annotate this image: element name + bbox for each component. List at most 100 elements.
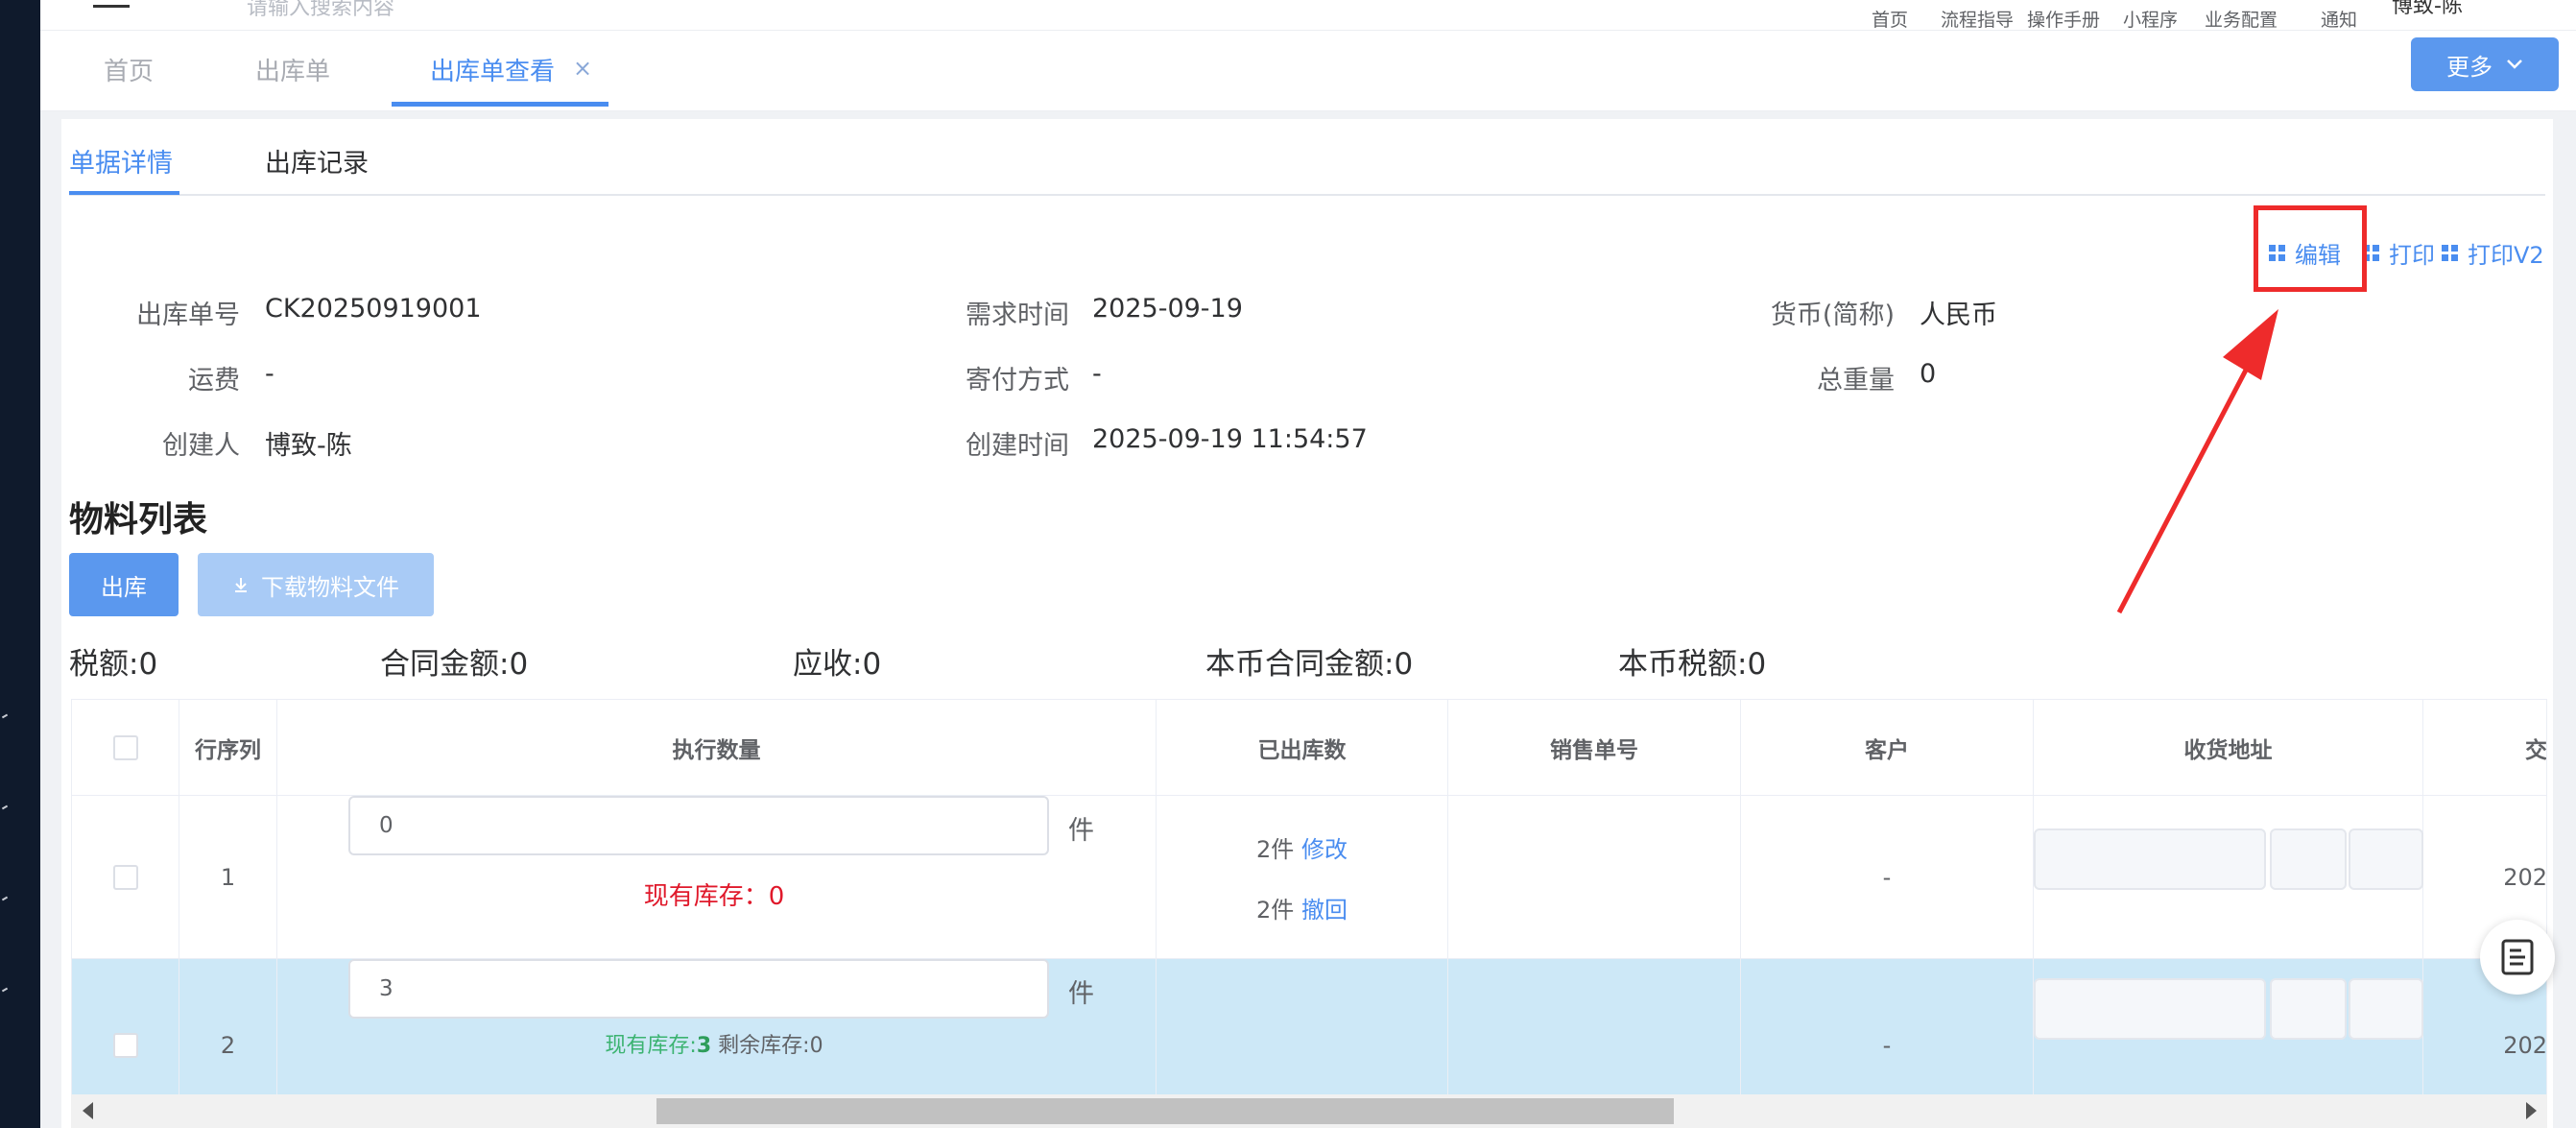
create-time-label: 创建时间 [966,431,1069,461]
remaining-stock-label: 剩余库存: [718,1034,810,1058]
header-exec-qty: 执行数量 [277,700,1157,796]
remaining-stock-value: 0 [809,1034,823,1058]
tab-outbound-view[interactable]: 出库单查看 [430,52,555,87]
total-weight-label: 总重量 [1817,366,1895,396]
sidebar-indicator[interactable] [1,804,9,810]
create-time-value: 2025-09-19 11:54:57 [1092,424,1368,454]
address-district-select[interactable] [2349,978,2423,1040]
more-button[interactable]: 更多 [2411,37,2559,91]
print-button[interactable]: 打印 [2363,236,2435,270]
print-v2-button[interactable]: 打印V2 [2442,236,2544,270]
download-icon [235,578,247,592]
row-checkbox[interactable] [112,864,138,890]
subtab-document-details[interactable]: 单据详情 [69,142,173,180]
annotation-arrow-icon [2116,309,2278,614]
tab-close-icon[interactable]: × [573,55,592,82]
stock-info: 现有库存:3 剩余库存:0 [277,1028,1151,1059]
nav-manual[interactable]: 操作手册 [2027,6,2100,30]
current-stock: 现有库存：0 [277,876,1151,912]
scroll-left-icon[interactable] [83,1102,93,1119]
exec-qty-input[interactable]: 0 [348,796,1049,855]
table-horizontal-scrollbar[interactable] [71,1094,2547,1128]
shipped-qty-cell: 2件 修改 2件 撤回 [1157,796,1448,958]
nav-mini-program[interactable]: 小程序 [2123,6,2178,30]
local-tax-amount: 本币税额:0 [1618,647,1767,682]
detail-panel: 单据详情 出库记录 编辑 打印 打印V2 出库单号 CK20250919001 … [61,119,2553,1128]
exec-qty-input[interactable]: 3 [348,959,1049,1019]
nav-business-config[interactable]: 业务配置 [2205,6,2278,30]
shipping-method-label: 寄付方式 [966,366,1069,396]
header-select-all[interactable] [72,700,179,796]
receivable-amount: 应收:0 [793,647,882,682]
user-name[interactable]: 博致-陈 [2392,0,2463,19]
download-materials-button[interactable]: 下载物料文件 [198,553,434,616]
tab-active-indicator [392,102,608,107]
shipping-method-value: - [1092,359,1102,389]
current-stock-value: 3 [696,1034,712,1058]
exec-qty-cell: 0 件 现有库存：0 [277,796,1157,958]
currency-value: 人民币 [1920,300,1997,330]
materials-table: 行序列 执行数量 已出库数 销售单号 客户 收货地址 交 1 0 件 现有库存：… [71,699,2547,1128]
search-input[interactable]: 请输入搜索内容 [247,0,394,21]
tab-outbound-order[interactable]: 出库单 [255,52,330,87]
current-stock-value: 0 [768,882,785,911]
qty-unit: 件 [1068,979,1094,1009]
contract-amount: 合同金额:0 [380,647,529,682]
freight-label: 运费 [188,366,240,396]
subtab-outbound-records[interactable]: 出库记录 [265,142,369,180]
creator-value: 博致-陈 [265,431,352,461]
modify-link[interactable]: 修改 [1301,836,1348,863]
order-no-value: CK20250919001 [265,294,482,324]
hamburger-menu-icon[interactable] [93,0,130,13]
scroll-right-icon[interactable] [2526,1102,2537,1119]
sidebar-indicator[interactable] [1,713,9,719]
demand-time-value: 2025-09-19 [1092,294,1243,324]
document-float-button[interactable] [2480,920,2555,995]
scrollbar-thumb[interactable] [656,1098,1674,1124]
address-district-select[interactable] [2349,828,2423,890]
address-province-select[interactable] [2034,828,2266,890]
tax-amount: 税额:0 [69,647,158,682]
sidebar-indicator[interactable] [1,987,9,993]
freight-value: - [265,359,274,389]
nav-home[interactable]: 首页 [1872,6,1908,30]
table-row: 1 0 件 现有库存：0 2件 修改 2件 撤回 - 202 [72,796,2546,959]
sidebar-indicator[interactable] [1,896,9,901]
address-cell [2034,796,2423,958]
subtab-active-indicator [69,191,179,195]
header-delivery-address: 收货地址 [2034,700,2423,796]
customer-cell: - [1741,796,2034,958]
document-icon [2501,939,2534,975]
qty-unit: 件 [1068,816,1094,846]
shipped-qty: 2件 [1256,835,1295,863]
nav-process-guide[interactable]: 流程指导 [1941,6,2014,30]
header-delivery-date: 交 [2423,700,2546,796]
row-select-cell[interactable] [72,796,179,958]
sales-order-cell [1448,796,1741,958]
revoke-link[interactable]: 撤回 [1301,897,1348,924]
total-weight-value: 0 [1920,359,1937,389]
nav-notifications[interactable]: 通知 [2321,6,2357,30]
demand-time-label: 需求时间 [966,300,1069,330]
more-button-label: 更多 [2446,53,2493,81]
header-customer: 客户 [1741,700,2034,796]
select-all-checkbox[interactable] [112,735,138,760]
sidebar [0,0,40,1128]
print-button-label: 打印 [2389,242,2435,269]
address-city-select[interactable] [2270,978,2347,1040]
outbound-button[interactable]: 出库 [69,553,179,616]
page-tabs: 首页 出库单 出库单查看 × 更多 [40,31,2576,111]
tab-home[interactable]: 首页 [104,52,154,87]
header-shipped-qty: 已出库数 [1157,700,1448,796]
currency-label: 货币(简称) [1770,300,1895,330]
address-city-select[interactable] [2270,828,2347,890]
row-checkbox[interactable] [112,1032,138,1058]
address-province-select[interactable] [2034,978,2266,1040]
row-seq: 1 [179,796,277,958]
current-stock-label: 现有库存： [643,882,769,911]
material-list-title: 物料列表 [69,500,208,540]
shipped-qty: 2件 [1256,896,1295,924]
chevron-down-icon [2507,60,2522,69]
creator-label: 创建人 [162,431,240,461]
grid-icon [2442,245,2458,261]
